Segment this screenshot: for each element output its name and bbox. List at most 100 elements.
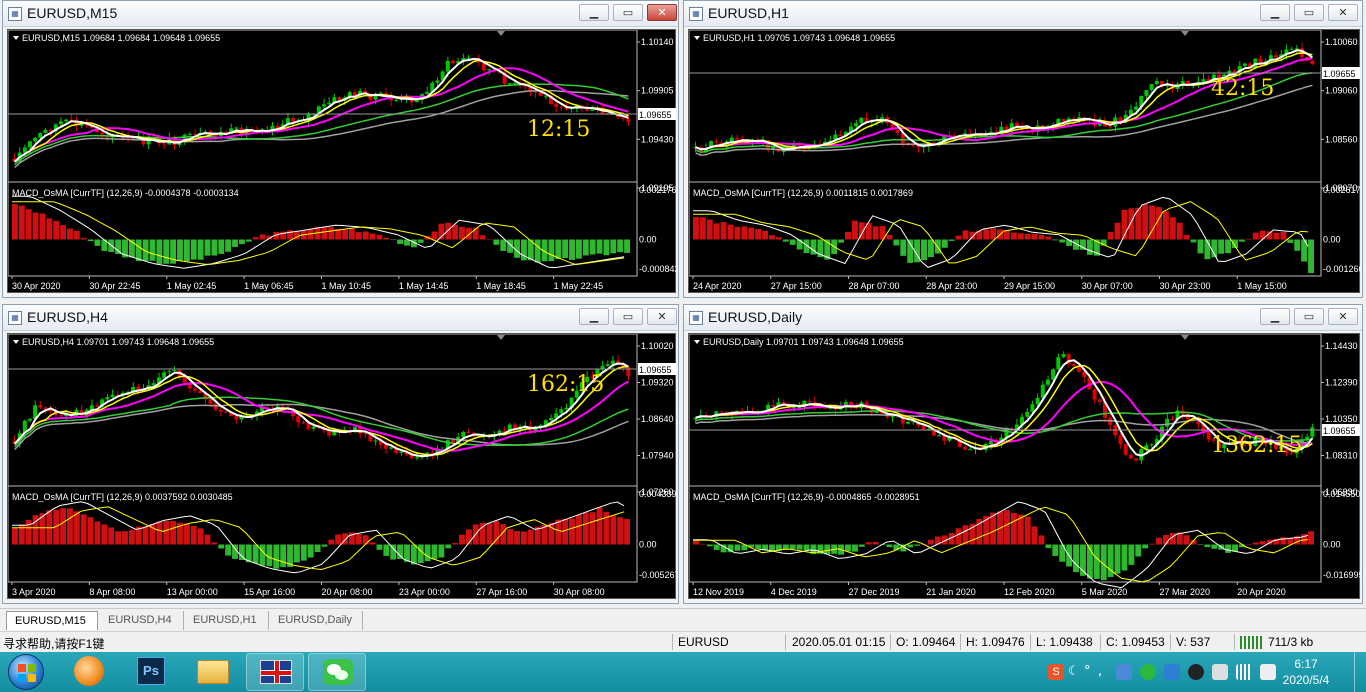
time-axis-label: 27 Apr 16:00 (476, 587, 527, 597)
osma-histogram-bar (156, 521, 163, 545)
minimize-button[interactable]: ▁ (579, 308, 609, 325)
taskbar-clock[interactable]: 6:17 2020/5/4 (1276, 656, 1336, 688)
candle-body (854, 123, 859, 127)
candle-body (64, 119, 69, 122)
osma-histogram-bar (252, 544, 259, 564)
ime-moon-icon[interactable]: ☾ (1068, 664, 1084, 680)
price-chart-svg[interactable]: EURUSD,M15 1.09684 1.09684 1.09648 1.096… (8, 30, 677, 294)
virtualbox-tray-icon[interactable] (1116, 664, 1132, 680)
tab-eurusd-m15[interactable]: EURUSD,M15 (6, 611, 98, 630)
bar-countdown-timer: 1362:15 (1211, 433, 1302, 458)
photoshop-app-button[interactable]: Ps (122, 653, 180, 691)
window-titlebar[interactable]: ▦ EURUSD,H1 ▁ ▭ ✕ (684, 1, 1362, 27)
candle-body (554, 104, 559, 108)
price-chart-svg[interactable]: EURUSD,H4 1.09701 1.09743 1.09648 1.0965… (8, 334, 677, 600)
osma-histogram-bar (893, 239, 900, 246)
osma-histogram-bar (245, 544, 252, 563)
osma-histogram-bar (775, 237, 782, 240)
current-price-label: 1.09655 (639, 365, 672, 375)
volume-icon[interactable] (1260, 664, 1276, 680)
minimize-button[interactable]: ▁ (579, 4, 609, 21)
chart-canvas[interactable]: EURUSD,H1 1.09705 1.09743 1.09648 1.0965… (688, 29, 1361, 294)
moving-average-line (14, 396, 629, 448)
osma-histogram-bar (1142, 544, 1149, 549)
candle-body (487, 69, 492, 71)
sogou-ime-icon[interactable]: S (1048, 664, 1064, 680)
time-axis-label: 1 May 06:45 (244, 281, 294, 291)
maximize-button[interactable]: ▭ (1294, 4, 1324, 21)
security-shield-icon[interactable] (1164, 664, 1180, 680)
osma-histogram-bar (431, 231, 438, 240)
minimize-button[interactable]: ▁ (1260, 4, 1290, 21)
chart-window-h1[interactable]: ▦ EURUSD,H1 ▁ ▭ ✕ EURUSD,H1 1.09705 1.09… (683, 0, 1363, 298)
minimize-button[interactable]: ▁ (1260, 308, 1290, 325)
ime-comma-icon[interactable]: , (1098, 664, 1114, 680)
chart-window-m15[interactable]: ▦ EURUSD,M15 ▁ ▭ ✕ EURUSD,M15 1.09684 1.… (2, 0, 679, 298)
wechat-tray-icon[interactable] (1140, 664, 1156, 680)
price-chart-svg[interactable]: EURUSD,Daily 1.09701 1.09743 1.09648 1.0… (689, 334, 1361, 600)
candle-body (27, 418, 32, 421)
osma-histogram-bar (1107, 232, 1114, 240)
maximize-button[interactable]: ▭ (613, 308, 643, 325)
symbol-dropdown-icon (13, 36, 19, 40)
osma-histogram-bar (1252, 542, 1259, 545)
osma-histogram-bar (838, 239, 845, 243)
foxmail-app-button[interactable] (60, 653, 118, 691)
osma-histogram-bar (983, 229, 990, 240)
wechat-app-button[interactable] (308, 653, 366, 691)
osma-histogram-bar (1225, 239, 1232, 254)
current-price-label: 1.09655 (1323, 69, 1356, 79)
osma-histogram-bar (459, 226, 465, 240)
osma-histogram-bar (362, 231, 369, 240)
price-chart-svg[interactable]: EURUSD,H1 1.09705 1.09743 1.09648 1.0965… (689, 30, 1361, 294)
candle-body (906, 421, 910, 424)
close-button[interactable]: ✕ (1328, 4, 1358, 21)
candle-body (968, 449, 973, 451)
osma-histogram-bar (562, 239, 569, 259)
tab-eurusd-h4[interactable]: EURUSD,H4 (100, 611, 184, 630)
chart-canvas[interactable]: EURUSD,M15 1.09684 1.09684 1.09648 1.096… (7, 29, 677, 294)
osma-histogram-bar (914, 544, 921, 546)
candle-body (1154, 80, 1159, 85)
osma-histogram-bar (342, 229, 349, 240)
osma-histogram-bar (569, 518, 575, 545)
osma-histogram-bar (865, 542, 872, 545)
candle-body (771, 404, 776, 407)
chart-canvas[interactable]: EURUSD,H4 1.09701 1.09743 1.09648 1.0965… (7, 333, 677, 600)
signal-bars-icon[interactable] (1236, 664, 1252, 680)
candle-body (373, 440, 378, 442)
candle-body (937, 435, 942, 437)
window-titlebar[interactable]: ▦ EURUSD,H4 ▁ ▭ ✕ (3, 305, 678, 331)
osma-histogram-bar (204, 534, 211, 545)
maximize-icon: ▭ (1303, 310, 1315, 323)
minimize-icon: ▁ (589, 6, 599, 19)
osma-histogram-bar (18, 205, 25, 240)
maximize-icon: ▭ (622, 310, 634, 323)
show-desktop-button[interactable] (1354, 652, 1366, 692)
tab-eurusd-h1[interactable]: EURUSD,H1 (185, 611, 269, 630)
qq-penguin-icon[interactable] (1188, 664, 1204, 680)
start-orb-icon[interactable] (8, 654, 44, 690)
osma-histogram-bar (555, 239, 562, 260)
file-explorer-app-button[interactable] (184, 653, 242, 691)
close-button[interactable]: ✕ (647, 308, 677, 325)
chart-window-daily[interactable]: ▦ EURUSD,Daily ▁ ▭ ✕ EURUSD,Daily 1.0970… (683, 304, 1363, 604)
close-button[interactable]: ✕ (1328, 308, 1358, 325)
chart-window-h4[interactable]: ▦ EURUSD,H4 ▁ ▭ ✕ EURUSD,H4 1.09701 1.09… (2, 304, 679, 604)
osma-histogram-bar (555, 519, 562, 545)
tab-eurusd-daily[interactable]: EURUSD,Daily (270, 611, 363, 630)
osma-histogram-bar (431, 544, 438, 559)
maximize-button[interactable]: ▭ (613, 4, 643, 21)
osma-histogram-bar (948, 239, 955, 241)
time-axis-label: 1 May 18:45 (476, 281, 526, 291)
chart-canvas[interactable]: EURUSD,Daily 1.09701 1.09743 1.09648 1.0… (688, 333, 1361, 600)
candle-body (1030, 404, 1035, 412)
network-icon[interactable] (1212, 664, 1228, 680)
mt4-app-button[interactable] (246, 653, 304, 691)
close-button[interactable]: ✕ (647, 4, 677, 21)
window-titlebar[interactable]: ▦ EURUSD,Daily ▁ ▭ ✕ (684, 305, 1362, 331)
indicator-axis-label: -0.005267 (639, 570, 677, 580)
candle-body (193, 133, 197, 135)
maximize-button[interactable]: ▭ (1294, 308, 1324, 325)
window-titlebar[interactable]: ▦ EURUSD,M15 ▁ ▭ ✕ (3, 1, 678, 27)
